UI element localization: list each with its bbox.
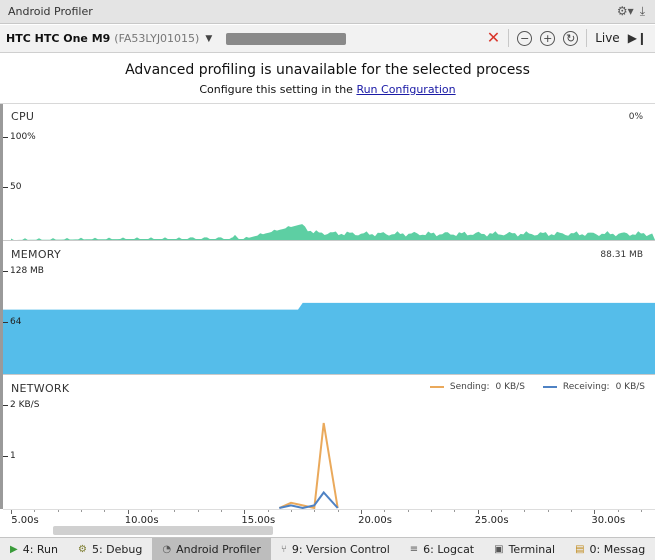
timeline-minor-tick (524, 510, 526, 512)
tool-window-button-run[interactable]: ▶ 4: Run (0, 538, 68, 560)
device-toolbar: HTC HTC One M9 (FA53LYJ01015) ▼ ✕ − + ↻ … (0, 25, 655, 53)
timeline-tick-label: 25.00s (474, 515, 509, 526)
cpu-spike (230, 234, 240, 240)
tool-window-label: 9: Version Control (291, 542, 390, 556)
timeline-tick-label: 10.00s (124, 515, 159, 526)
gear-icon[interactable]: ⚙▾ (617, 4, 634, 19)
timeline-tick (594, 510, 596, 514)
sending-line (278, 422, 339, 509)
window-titlebar: Android Profiler ⚙▾ ⤓ (0, 0, 655, 24)
download-icon[interactable]: ⤓ (640, 4, 645, 19)
device-serial[interactable]: (FA53LYJ01015) (114, 32, 199, 45)
memory-chart (3, 302, 655, 374)
device-name[interactable]: HTC HTC One M9 (6, 32, 110, 45)
timeline-minor-tick (57, 510, 59, 512)
timeline-axis: 5.00s 10.00s 15.00s 20.00s 25.00s 30.00s (3, 509, 655, 537)
tool-window-label: Android Profiler (176, 542, 261, 556)
timeline-minor-tick (431, 510, 432, 512)
run-icon: ▶ (10, 543, 18, 555)
timeline-minor-tick (501, 510, 502, 512)
timeline-minor-tick (81, 510, 82, 512)
memory-y-mid: 64 (10, 317, 22, 327)
tool-window-button-vcs[interactable]: ⑂ 9: Version Control (271, 538, 400, 560)
profiler-controls: ✕ − + ↻ Live ▶❙ (487, 29, 647, 47)
chevron-down-icon[interactable]: ▼ (205, 34, 212, 44)
timeline-minor-tick (291, 510, 292, 512)
tool-window-button-terminal[interactable]: ▣ Terminal (484, 538, 565, 560)
tool-window-button-logcat[interactable]: ≡ 6: Logcat (400, 538, 484, 560)
timeline-tick-label: 20.00s (358, 515, 392, 526)
timeline-tick (127, 510, 129, 514)
tool-window-button-debug[interactable]: ⚙ 5: Debug (68, 538, 152, 560)
memory-panel[interactable]: MEMORY 88.31 MB 128 MB 64 (3, 242, 655, 375)
tool-window-label: 0: Messag (589, 542, 646, 556)
timeline-tick (11, 510, 12, 514)
memory-y-tick (3, 322, 8, 323)
banner-sub: Configure this setting in the Run Config… (0, 83, 655, 96)
window-title: Android Profiler (8, 5, 93, 18)
timeline-minor-tick (314, 510, 316, 512)
network-panel[interactable]: NETWORK Sending: 0 KB/S Receiving: 0 KB/… (3, 376, 655, 509)
timeline-minor-tick (641, 510, 642, 512)
timeline-scrollbar[interactable] (53, 526, 273, 535)
go-live-icon[interactable]: ▶❙ (628, 31, 647, 45)
timeline-minor-tick (267, 510, 269, 512)
run-configuration-link[interactable]: Run Configuration (356, 83, 455, 96)
banner-message: Advanced profiling is unavailable for th… (125, 62, 530, 78)
timeline-tick-label: 5.00s (11, 515, 39, 526)
advanced-profiling-banner: Advanced profiling is unavailable for th… (0, 54, 655, 104)
terminal-icon: ▣ (494, 543, 504, 555)
tool-window-button-messages[interactable]: ▤ 0: Messag (565, 538, 655, 560)
memory-area-series (3, 302, 655, 374)
tool-window-button-profiler[interactable]: ◔ Android Profiler (152, 537, 271, 560)
timeline-tick (244, 510, 246, 514)
banner-sub-prefix: Configure this setting in the (199, 83, 357, 96)
timeline-minor-tick (384, 510, 386, 512)
timeline-minor-tick (547, 510, 549, 512)
timeline-minor-tick (197, 510, 199, 512)
zoom-in-button[interactable]: + (540, 30, 556, 46)
messages-icon: ▤ (575, 543, 585, 555)
timeline-minor-tick (571, 510, 572, 512)
toolbar-divider (586, 29, 588, 47)
timeline-minor-tick (174, 510, 176, 512)
cpu-chart (11, 224, 655, 240)
tool-window-label: 6: Logcat (423, 542, 475, 556)
toolbar-divider (508, 29, 510, 47)
tool-window-label: 4: Run (22, 542, 58, 556)
timeline-minor-tick (337, 510, 339, 512)
timeline-tick-label: 30.00s (591, 515, 626, 526)
cpu-area-series (11, 224, 655, 240)
timeline-minor-tick (221, 510, 222, 512)
cpu-panel[interactable]: CPU 0% 100% 50 (3, 104, 655, 241)
live-button[interactable]: Live (595, 31, 620, 45)
timeline-minor-tick (617, 510, 619, 512)
profiler-icon: ◔ (162, 543, 172, 555)
titlebar-tools: ⚙▾ ⤓ (617, 4, 645, 19)
debug-icon: ⚙ (78, 543, 87, 555)
timeline-minor-tick (151, 510, 152, 512)
memory-y-tick (3, 271, 8, 272)
network-chart (278, 422, 339, 509)
timeline-minor-tick (454, 510, 456, 512)
tool-window-bar: ▶ 4: Run ⚙ 5: Debug ◔ Android Profiler ⑂ 9: Ver… (0, 537, 655, 560)
zoom-out-button[interactable]: − (517, 30, 533, 46)
stop-session-button[interactable]: ✕ (487, 30, 500, 46)
tool-window-label: 5: Debug (91, 542, 143, 556)
process-selector-redacted[interactable] (226, 32, 347, 45)
timeline-tick (361, 510, 362, 514)
timeline-minor-tick (407, 510, 409, 512)
memory-y-top: 128 MB (10, 266, 44, 276)
timeline-tick-label: 15.00s (241, 515, 276, 526)
timeline-minor-tick (34, 510, 36, 512)
reset-zoom-button[interactable]: ↻ (563, 30, 579, 46)
vcs-icon: ⑂ (280, 543, 287, 555)
receiving-line (279, 490, 339, 509)
timeline-minor-tick (104, 510, 106, 512)
timeline-tick (477, 510, 479, 514)
logcat-icon: ≡ (409, 543, 419, 555)
tool-window-label: Terminal (508, 542, 556, 556)
